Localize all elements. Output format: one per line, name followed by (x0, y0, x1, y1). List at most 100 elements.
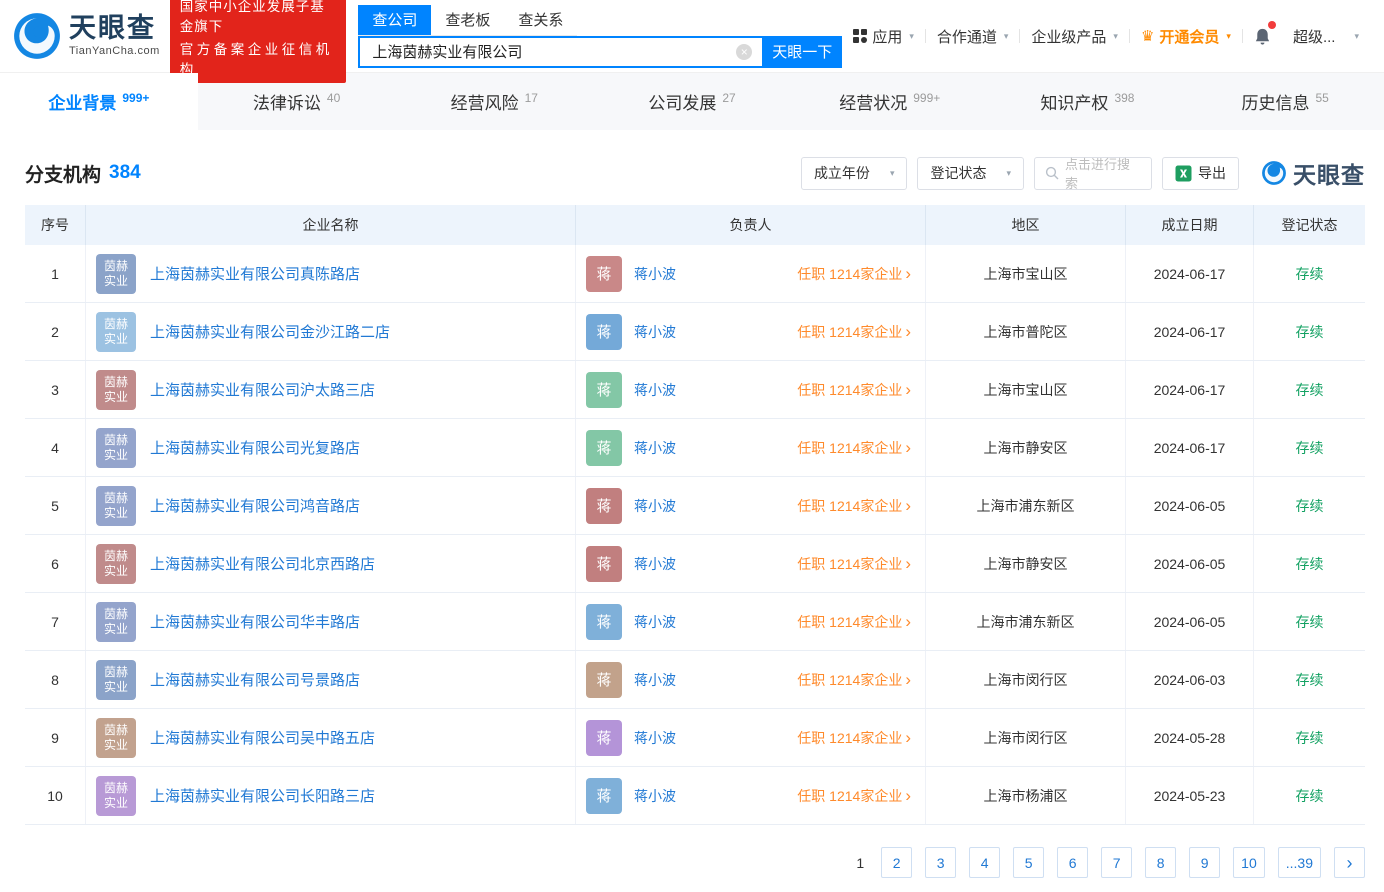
company-name-link[interactable]: 上海茵赫实业有限公司鸿音路店 (150, 495, 360, 516)
nav-super-vip[interactable]: 超级... ▾ (1282, 26, 1370, 47)
company-logo-badge: 茵赫实业 (96, 544, 136, 584)
page-button-last[interactable]: ...39 (1278, 847, 1321, 878)
notifications-bell[interactable] (1243, 27, 1282, 46)
principal-name-link[interactable]: 蒋小波 (634, 670, 676, 690)
tab-history-info[interactable]: 历史信息55 (1186, 73, 1384, 130)
nav-vip-upgrade[interactable]: ♛ 开通会员 ▾ (1130, 26, 1242, 47)
company-name-link[interactable]: 上海茵赫实业有限公司光复路店 (150, 437, 360, 458)
tenure-link[interactable]: 任职 1214家企业› (797, 264, 911, 284)
status-badge: 存续 (1296, 264, 1324, 284)
principal-avatar[interactable]: 蒋 (586, 662, 622, 698)
principal-name-link[interactable]: 蒋小波 (634, 322, 676, 342)
company-name-link[interactable]: 上海茵赫实业有限公司号景路店 (150, 669, 360, 690)
export-button[interactable]: 导出 (1162, 157, 1239, 190)
tenure-link[interactable]: 任职 1214家企业› (797, 322, 911, 342)
principal-name-link[interactable]: 蒋小波 (634, 438, 676, 458)
page-button-3[interactable]: 3 (925, 847, 956, 878)
region-cell: 上海市浦东新区 (925, 593, 1125, 650)
tianyancha-logo[interactable]: 天眼查 TianYanCha.com (12, 11, 160, 61)
search-input[interactable] (358, 36, 762, 68)
tianyancha-swirl-icon (1261, 160, 1287, 186)
page-button-5[interactable]: 5 (1013, 847, 1044, 878)
nav-partners[interactable]: 合作通道 ▾ (926, 26, 1020, 47)
company-name-link[interactable]: 上海茵赫实业有限公司长阳路三店 (150, 785, 375, 806)
table-row: 9 茵赫实业 上海茵赫实业有限公司吴中路五店 蒋 蒋小波 任职 1214家企业›… (25, 709, 1365, 767)
page-button-2[interactable]: 2 (881, 847, 912, 878)
col-header-date: 成立日期 (1125, 205, 1253, 245)
company-name-link[interactable]: 上海茵赫实业有限公司金沙江路二店 (150, 321, 390, 342)
search-tab-relation[interactable]: 查关系 (504, 5, 577, 35)
tab-company-background[interactable]: 企业背景999+ (0, 73, 198, 130)
tab-operational-risk[interactable]: 经营风险17 (395, 73, 593, 130)
search-button[interactable]: 天眼一下 (762, 36, 842, 68)
tenure-link[interactable]: 任职 1214家企业› (797, 670, 911, 690)
tenure-link[interactable]: 任职 1214家企业› (797, 380, 911, 400)
principal-name-link[interactable]: 蒋小波 (634, 786, 676, 806)
search-tab-company[interactable]: 查公司 (358, 5, 431, 35)
principal-name-link[interactable]: 蒋小波 (634, 728, 676, 748)
table-row: 4 茵赫实业 上海茵赫实业有限公司光复路店 蒋 蒋小波 任职 1214家企业› … (25, 419, 1365, 477)
page-button-10[interactable]: 10 (1233, 847, 1265, 878)
tab-company-development[interactable]: 公司发展27 (593, 73, 791, 130)
page-button-4[interactable]: 4 (969, 847, 1000, 878)
principal-name-link[interactable]: 蒋小波 (634, 264, 676, 284)
principal-name-link[interactable]: 蒋小波 (634, 612, 676, 632)
tianyancha-swirl-icon (12, 11, 62, 61)
company-name-link[interactable]: 上海茵赫实业有限公司北京西路店 (150, 553, 375, 574)
principal-avatar[interactable]: 蒋 (586, 720, 622, 756)
page-button-9[interactable]: 9 (1189, 847, 1220, 878)
principal-name-link[interactable]: 蒋小波 (634, 380, 676, 400)
top-nav: 应用 ▾ 合作通道 ▾ 企业级产品 ▾ ♛ 开通会员 ▾ (842, 26, 1370, 47)
chevron-right-icon: › (1347, 854, 1353, 872)
page-button-8[interactable]: 8 (1145, 847, 1176, 878)
principal-avatar[interactable]: 蒋 (586, 430, 622, 466)
tab-operating-status[interactable]: 经营状况999+ (791, 73, 989, 130)
tab-legal-proceedings[interactable]: 法律诉讼40 (198, 73, 396, 130)
principal-avatar[interactable]: 蒋 (586, 546, 622, 582)
notification-dot (1268, 21, 1276, 29)
tenure-link[interactable]: 任职 1214家企业› (797, 786, 911, 806)
next-page-button[interactable]: › (1334, 847, 1365, 878)
tenure-link[interactable]: 任职 1214家企业› (797, 438, 911, 458)
row-index: 5 (25, 477, 85, 534)
principal-name-link[interactable]: 蒋小波 (634, 554, 676, 574)
principal-avatar[interactable]: 蒋 (586, 314, 622, 350)
tenure-link[interactable]: 任职 1214家企业› (797, 612, 911, 632)
table-header-row: 序号 企业名称 负责人 地区 成立日期 登记状态 (25, 205, 1365, 245)
nav-enterprise-products[interactable]: 企业级产品 ▾ (1020, 26, 1129, 47)
company-name-link[interactable]: 上海茵赫实业有限公司真陈路店 (150, 263, 360, 284)
table-row: 10 茵赫实业 上海茵赫实业有限公司长阳路三店 蒋 蒋小波 任职 1214家企业… (25, 767, 1365, 825)
clear-icon[interactable]: × (736, 44, 752, 60)
brand-name: 天眼查 (69, 15, 160, 42)
table-search-box[interactable]: 点击进行搜索 (1034, 157, 1152, 190)
principal-avatar[interactable]: 蒋 (586, 488, 622, 524)
company-logo-badge: 茵赫实业 (96, 486, 136, 526)
principal-avatar[interactable]: 蒋 (586, 778, 622, 814)
table-row: 5 茵赫实业 上海茵赫实业有限公司鸿音路店 蒋 蒋小波 任职 1214家企业› … (25, 477, 1365, 535)
chevron-down-icon: ▾ (1226, 31, 1231, 42)
principal-avatar[interactable]: 蒋 (586, 256, 622, 292)
chevron-right-icon: › (905, 671, 911, 688)
company-logo-badge: 茵赫实业 (96, 370, 136, 410)
tenure-link[interactable]: 任职 1214家企业› (797, 496, 911, 516)
principal-name-link[interactable]: 蒋小波 (634, 496, 676, 516)
table-row: 7 茵赫实业 上海茵赫实业有限公司华丰路店 蒋 蒋小波 任职 1214家企业› … (25, 593, 1365, 651)
table-row: 2 茵赫实业 上海茵赫实业有限公司金沙江路二店 蒋 蒋小波 任职 1214家企业… (25, 303, 1365, 361)
page-button-7[interactable]: 7 (1101, 847, 1132, 878)
company-name-link[interactable]: 上海茵赫实业有限公司沪太路三店 (150, 379, 375, 400)
principal-avatar[interactable]: 蒋 (586, 372, 622, 408)
tenure-link[interactable]: 任职 1214家企业› (797, 728, 911, 748)
gov-badge-line1: 国家中小企业发展子基金旗下 (180, 0, 337, 35)
filter-registration-status[interactable]: 登记状态 ▾ (917, 157, 1024, 190)
company-name-link[interactable]: 上海茵赫实业有限公司华丰路店 (150, 611, 360, 632)
principal-avatar[interactable]: 蒋 (586, 604, 622, 640)
nav-apps[interactable]: 应用 ▾ (842, 26, 925, 47)
company-name-link[interactable]: 上海茵赫实业有限公司吴中路五店 (150, 727, 375, 748)
row-index: 1 (25, 245, 85, 302)
tab-intellectual-property[interactable]: 知识产权398 (989, 73, 1187, 130)
row-index: 8 (25, 651, 85, 708)
page-button-6[interactable]: 6 (1057, 847, 1088, 878)
search-tab-boss[interactable]: 查老板 (431, 5, 504, 35)
filter-founded-year[interactable]: 成立年份 ▾ (801, 157, 908, 190)
tenure-link[interactable]: 任职 1214家企业› (797, 554, 911, 574)
